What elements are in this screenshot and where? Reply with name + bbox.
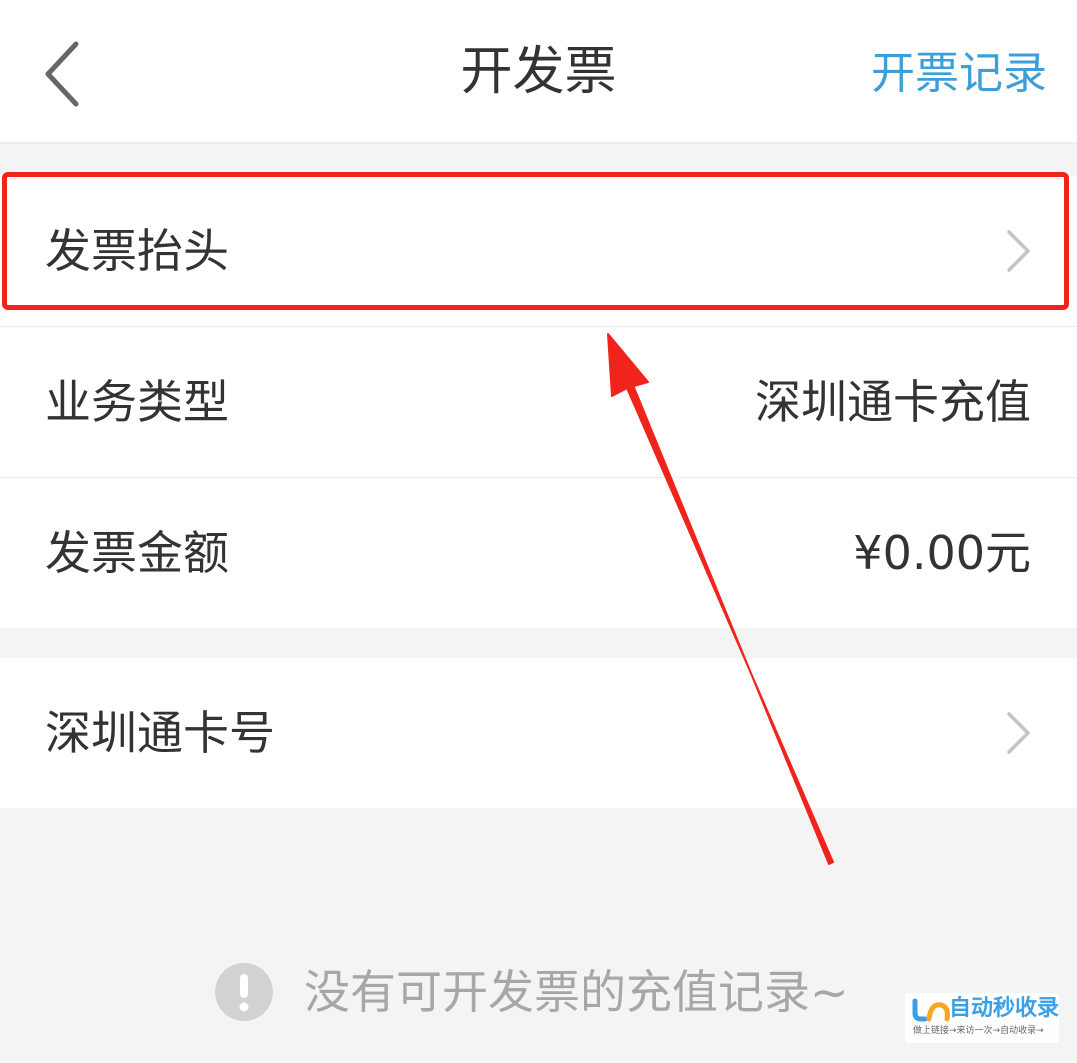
business-type-value: 深圳通卡充值	[755, 375, 1031, 429]
business-type-label: 业务类型	[45, 375, 229, 429]
card-group: 深圳通卡号	[0, 658, 1077, 808]
invoice-amount-row: 发票金额 ¥0.00元	[0, 478, 1077, 628]
invoice-title-row[interactable]: 发票抬头	[0, 176, 1077, 327]
invoice-history-link[interactable]: 开票记录	[871, 44, 1047, 104]
card-number-row[interactable]: 深圳通卡号	[0, 658, 1077, 808]
business-type-row: 业务类型 深圳通卡充值	[0, 327, 1077, 478]
watermark-title: 自动秒收录	[949, 996, 1060, 1021]
card-number-label: 深圳通卡号	[45, 706, 275, 760]
invoice-amount-value: ¥0.00元	[853, 526, 1031, 580]
navbar: 开发票 开票记录	[0, 0, 1077, 144]
invoice-amount-label: 发票金额	[45, 526, 229, 580]
exclamation-circle-icon	[215, 963, 273, 1021]
watermark-logo: 自动秒收录 做上链接→来访一次→自动收录→	[905, 993, 1059, 1043]
invoice-form-group: 发票抬头 业务类型 深圳通卡充值 发票金额 ¥0.00元	[0, 176, 1077, 628]
watermark-logo-icon	[912, 998, 950, 1022]
chevron-right-icon	[1007, 230, 1030, 272]
invoice-title-label: 发票抬头	[45, 224, 229, 278]
chevron-right-icon	[1007, 712, 1030, 754]
empty-state-message: 没有可开发票的充值记录~	[304, 965, 849, 1019]
watermark-subtitle: 做上链接→来访一次→自动收录→	[913, 1026, 1044, 1036]
